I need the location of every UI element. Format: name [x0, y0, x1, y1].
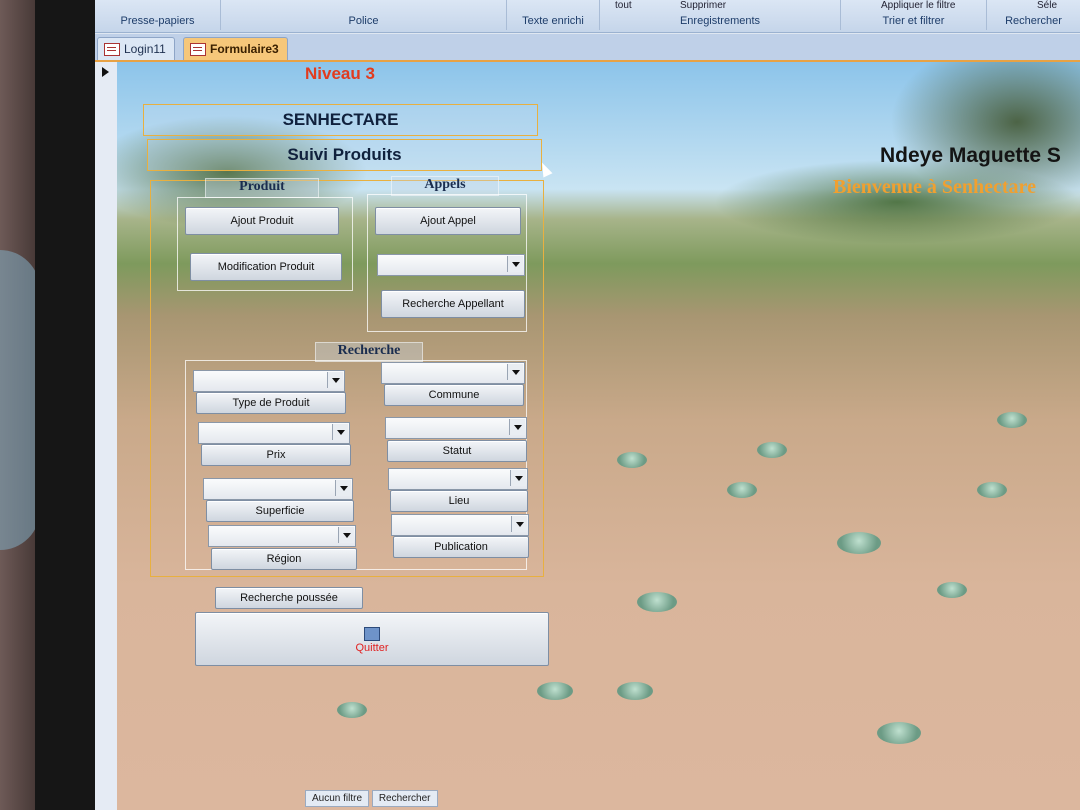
plant-decoration: [977, 482, 1007, 498]
form-icon: [190, 43, 206, 56]
search-caller-button[interactable]: Recherche Appellant: [381, 290, 525, 318]
search-place-button[interactable]: Lieu: [390, 490, 528, 512]
edit-product-button[interactable]: Modification Produit: [190, 253, 342, 281]
search-price-button[interactable]: Prix: [201, 444, 351, 466]
ribbon-group-label: Texte enrichi: [522, 15, 584, 27]
plant-decoration: [637, 592, 677, 612]
ribbon-group-font[interactable]: Police: [221, 0, 507, 30]
dropdown-arrow-icon[interactable]: [332, 424, 348, 440]
search-region-button[interactable]: Région: [211, 548, 357, 570]
dropdown-arrow-icon[interactable]: [335, 480, 351, 496]
add-product-button[interactable]: Ajout Produit: [185, 207, 339, 235]
produit-group-label: Produit: [205, 178, 319, 198]
commune-combo[interactable]: [381, 362, 525, 384]
price-combo[interactable]: [198, 422, 350, 444]
welcome-message: Bienvenue à Senhectare: [833, 176, 1036, 198]
caller-combo[interactable]: [377, 254, 525, 276]
ribbon-group-sort-filter[interactable]: Appliquer le filtre Trier et filtrer: [841, 0, 987, 30]
search-status-button[interactable]: Statut: [387, 440, 527, 462]
ribbon-item-delete[interactable]: Supprimer: [680, 0, 726, 11]
search-product-type-button[interactable]: Type de Produit: [196, 392, 346, 414]
dropdown-arrow-icon[interactable]: [511, 516, 527, 532]
ribbon-item-select[interactable]: Séle: [1037, 0, 1057, 11]
product-type-combo[interactable]: [193, 370, 345, 392]
plant-decoration: [937, 582, 967, 598]
app-title: SENHECTARE: [143, 104, 538, 136]
dropdown-arrow-icon[interactable]: [327, 372, 343, 388]
dropdown-arrow-icon[interactable]: [509, 419, 525, 435]
form-icon: [104, 43, 120, 56]
publication-combo[interactable]: [391, 514, 529, 536]
dropdown-arrow-icon[interactable]: [338, 527, 354, 543]
tab-login11[interactable]: Login11: [97, 37, 175, 60]
ribbon-item-tout[interactable]: tout: [615, 0, 632, 11]
appels-group-label: Appels: [391, 176, 499, 196]
status-bar: Aucun filtre Rechercher: [305, 790, 438, 808]
ribbon-group-label: Enregistrements: [679, 15, 761, 27]
form-subtitle: Suivi Produits: [147, 139, 542, 171]
ribbon-group-rich-text[interactable]: Texte enrichi: [507, 0, 600, 30]
search-publication-button[interactable]: Publication: [393, 536, 529, 558]
advanced-search-button[interactable]: Recherche poussée: [215, 587, 363, 609]
ribbon: Presse-papiers Police Texte enrichi tout…: [95, 0, 1080, 33]
document-tab-bar: Login11 Formulaire3: [95, 34, 1080, 62]
plant-decoration: [877, 722, 921, 744]
ribbon-group-label: Police: [348, 15, 379, 27]
quit-label: Quitter: [355, 642, 389, 654]
region-combo[interactable]: [208, 525, 356, 547]
ribbon-group-label: Rechercher: [1005, 15, 1062, 27]
tab-label: Login11: [124, 42, 166, 56]
search-commune-button[interactable]: Commune: [384, 384, 524, 406]
current-record-arrow-icon: [102, 67, 109, 77]
ribbon-item-apply-filter[interactable]: Appliquer le filtre: [881, 0, 955, 11]
dropdown-arrow-icon[interactable]: [507, 256, 523, 272]
ribbon-group-records[interactable]: tout Supprimer Enregistrements: [600, 0, 841, 30]
search-status-field[interactable]: Rechercher: [371, 790, 438, 807]
tab-label: Formulaire3: [210, 42, 279, 56]
plant-decoration: [617, 452, 647, 468]
plant-decoration: [727, 482, 757, 498]
search-area-button[interactable]: Superficie: [206, 500, 354, 522]
plant-decoration: [617, 682, 653, 700]
plant-decoration: [537, 682, 573, 700]
status-combo[interactable]: [385, 417, 527, 439]
dropdown-arrow-icon[interactable]: [510, 470, 526, 486]
screen: Presse-papiers Police Texte enrichi tout…: [95, 0, 1080, 810]
ribbon-group-label: Trier et filtrer: [882, 15, 945, 27]
plant-decoration: [757, 442, 787, 458]
plant-decoration: [337, 702, 367, 718]
plant-decoration: [837, 532, 881, 554]
form-body: Niveau 3 SENHECTARE Suivi Produits Ndeye…: [95, 62, 1080, 810]
quit-button[interactable]: Quitter: [195, 612, 549, 666]
dropdown-arrow-icon[interactable]: [507, 364, 523, 380]
plant-decoration: [997, 412, 1027, 428]
place-combo[interactable]: [388, 468, 528, 490]
ribbon-group-label: Presse-papiers: [120, 15, 195, 27]
record-selector[interactable]: [95, 62, 118, 810]
ribbon-group-clipboard[interactable]: Presse-papiers: [95, 0, 221, 30]
level-title: Niveau 3: [305, 64, 375, 83]
recherche-group-label: Recherche: [315, 342, 423, 362]
ribbon-group-search[interactable]: Séle Rechercher: [987, 0, 1080, 30]
add-call-button[interactable]: Ajout Appel: [375, 207, 521, 235]
area-combo[interactable]: [203, 478, 353, 500]
user-name: Ndeye Maguette S: [880, 144, 1061, 167]
filter-status[interactable]: Aucun filtre: [305, 790, 370, 807]
desk-object: [0, 250, 40, 550]
tab-formulaire3[interactable]: Formulaire3: [183, 37, 288, 60]
exit-door-icon: [364, 627, 380, 641]
